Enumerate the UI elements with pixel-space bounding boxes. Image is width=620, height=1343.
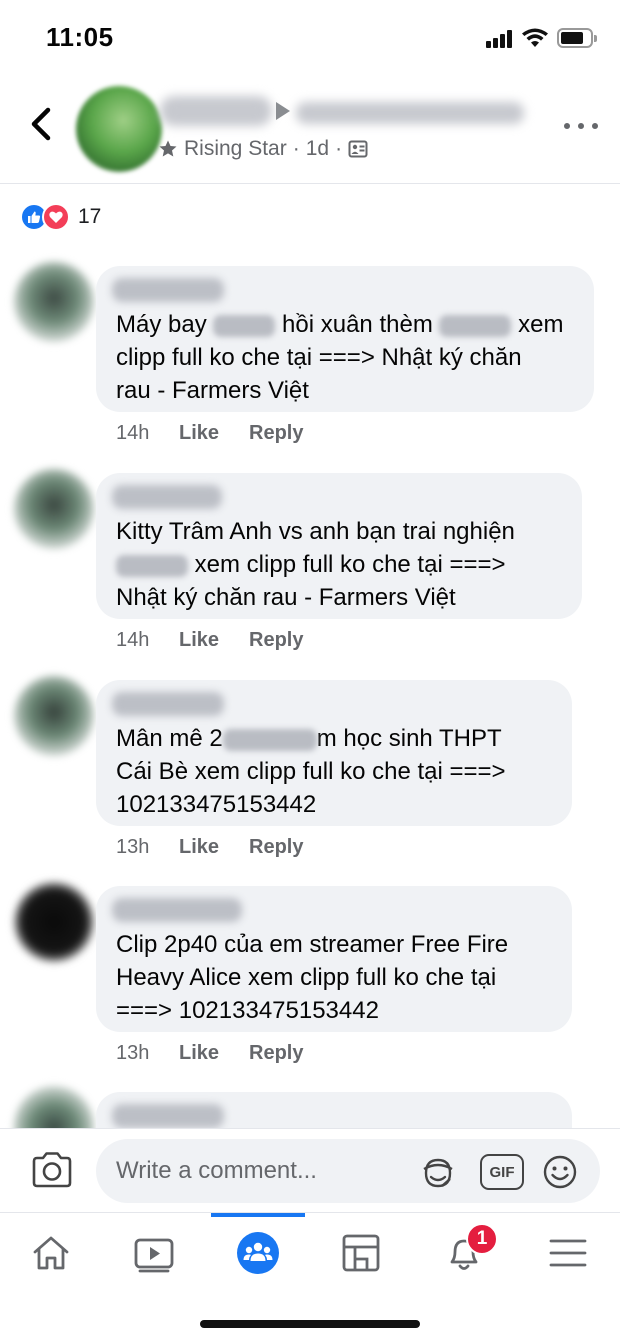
status-bar: 11:05	[0, 0, 620, 76]
star-icon	[159, 140, 177, 157]
commenter-name-blurred[interactable]	[112, 485, 222, 509]
redaction	[222, 728, 317, 751]
gif-button[interactable]: GIF	[480, 1154, 524, 1190]
comment-actions: 13h Like Reply	[116, 1042, 303, 1065]
love-reaction-icon	[42, 203, 70, 231]
reply-button[interactable]: Reply	[249, 836, 303, 859]
tab-notifications[interactable]	[414, 1213, 514, 1293]
comment-time[interactable]: 13h	[116, 836, 179, 859]
tab-groups[interactable]	[208, 1213, 308, 1293]
cellular-signal-icon	[486, 30, 512, 48]
reply-button[interactable]: Reply	[249, 422, 303, 445]
more-options-button[interactable]	[564, 114, 598, 138]
like-button[interactable]: Like	[179, 629, 249, 652]
post-age[interactable]: 1d	[306, 137, 329, 161]
like-button[interactable]: Like	[179, 836, 249, 859]
comment-text: Máy bay hồi xuân thèm xem clipp full ko c…	[116, 311, 564, 404]
comment-field: GIF	[96, 1139, 600, 1203]
group-name-blurred[interactable]	[296, 102, 524, 124]
commenter-name-blurred[interactable]	[112, 898, 242, 922]
comment-input[interactable]	[116, 1155, 406, 1187]
hamburger-menu-icon	[549, 1239, 587, 1267]
marketplace-icon	[342, 1234, 380, 1272]
chevron-left-icon	[31, 107, 51, 141]
comment-composer: GIF	[0, 1128, 620, 1212]
post-header: Rising Star · 1d ·	[0, 76, 620, 184]
commenter-avatar[interactable]	[14, 262, 94, 342]
back-button[interactable]	[24, 104, 58, 144]
comment-actions: 13h Like Reply	[116, 836, 303, 859]
rising-star-label: Rising Star	[184, 137, 287, 160]
commenter-avatar[interactable]	[14, 882, 94, 962]
reaction-summary[interactable]: 17	[20, 202, 101, 232]
tab-watch[interactable]	[104, 1213, 204, 1293]
commenter-avatar[interactable]	[14, 469, 94, 549]
tab-home[interactable]	[1, 1213, 101, 1293]
wifi-icon	[522, 28, 548, 47]
like-button[interactable]: Like	[179, 422, 249, 445]
reaction-count: 17	[78, 205, 102, 228]
like-button[interactable]: Like	[179, 1042, 249, 1065]
commenter-avatar[interactable]	[14, 676, 94, 756]
home-indicator[interactable]	[200, 1320, 420, 1328]
comment-actions: 14h Like Reply	[116, 629, 303, 652]
avatar-sticker-icon[interactable]	[418, 1153, 458, 1191]
emoji-icon[interactable]	[540, 1153, 580, 1191]
comment-time[interactable]: 13h	[116, 1042, 179, 1065]
caret-right-icon	[276, 102, 290, 120]
author-name-blurred[interactable]	[160, 96, 272, 126]
redaction	[213, 314, 276, 337]
tab-marketplace[interactable]	[311, 1213, 411, 1293]
groups-icon	[237, 1232, 279, 1274]
status-time: 11:05	[46, 22, 114, 52]
redaction	[116, 554, 188, 577]
redaction	[439, 314, 512, 337]
meta-separator: ·	[335, 137, 343, 160]
comment-time[interactable]: 14h	[116, 629, 179, 652]
video-icon	[134, 1238, 174, 1273]
comment-bubble[interactable]: Mân mê 2m học sinh THPT Cái Bè xem clipp …	[96, 680, 572, 826]
comment-time[interactable]: 14h	[116, 422, 179, 445]
reply-button[interactable]: Reply	[249, 1042, 303, 1065]
battery-icon	[557, 28, 597, 48]
commenter-name-blurred[interactable]	[112, 692, 224, 716]
comment-text: Clip 2p40 của em streamer Free Fire Heavy…	[116, 931, 509, 1024]
tab-menu[interactable]	[518, 1213, 618, 1293]
comment-bubble[interactable]: Kitty Trâm Anh vs anh bạn trai nghiện xe…	[96, 473, 582, 619]
notifications-badge: 1	[466, 1223, 498, 1255]
comment-text: Kitty Trâm Anh vs anh bạn trai nghiện xe…	[116, 518, 515, 611]
author-avatar[interactable]	[76, 86, 162, 172]
gif-label: GIF	[489, 1163, 515, 1181]
reply-button[interactable]: Reply	[249, 629, 303, 652]
camera-icon[interactable]	[30, 1149, 74, 1191]
meta-separator: ·	[292, 137, 300, 160]
commenter-name-blurred[interactable]	[112, 278, 224, 302]
comment-bubble[interactable]: Clip 2p40 của em streamer Free Fire Heavy…	[96, 886, 572, 1032]
comment-bubble[interactable]: Máy bay hồi xuân thèm xem clipp full ko c…	[96, 266, 594, 412]
comment-text: Mân mê 2m học sinh THPT Cái Bè xem clipp …	[116, 725, 506, 818]
members-privacy-icon	[348, 140, 368, 158]
comment-actions: 14h Like Reply	[116, 422, 303, 445]
post-meta: Rising Star · 1d ·	[158, 136, 368, 162]
commenter-name-blurred[interactable]	[112, 1104, 224, 1128]
home-icon	[33, 1236, 69, 1270]
